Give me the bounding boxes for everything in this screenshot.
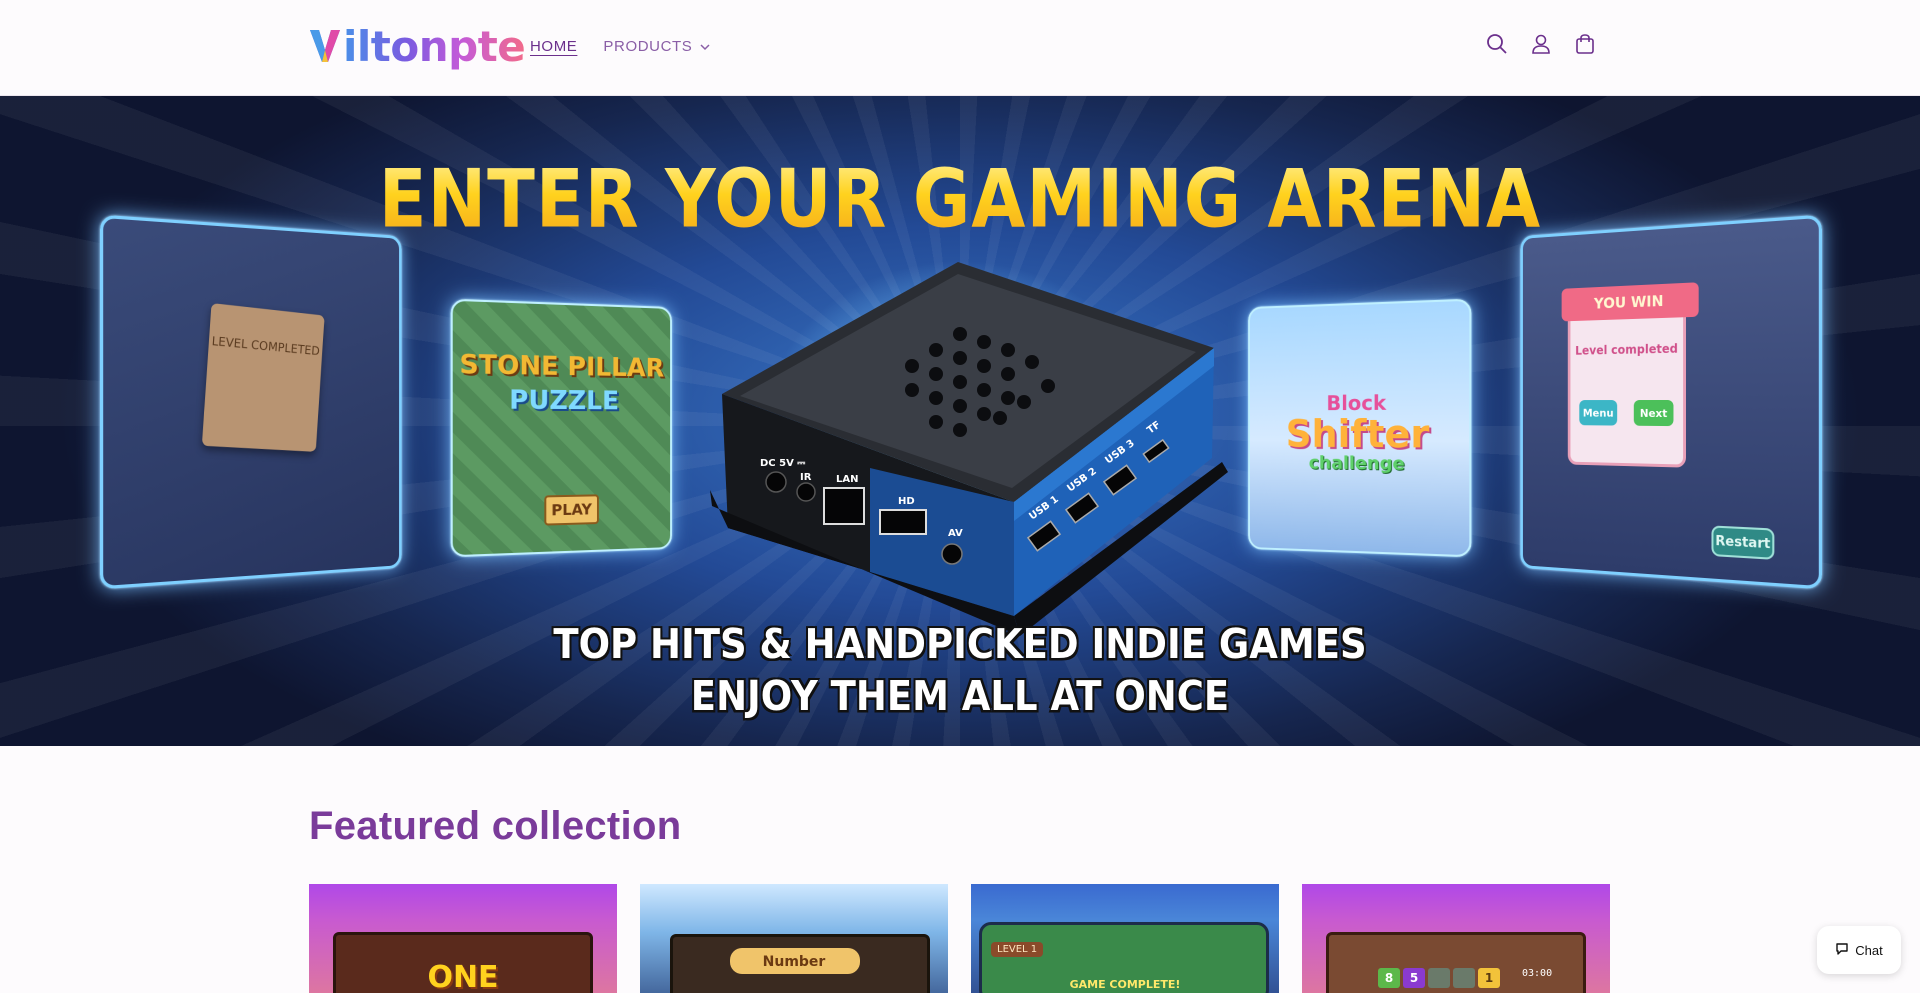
tile: 1 [1478, 968, 1500, 988]
tile: 5 [1403, 968, 1425, 988]
nav-home-link[interactable]: HOME [530, 38, 577, 55]
search-icon[interactable] [1486, 32, 1508, 56]
port-label-av: AV [948, 528, 963, 539]
product-image-text: Number [762, 954, 826, 970]
featured-collection-title: Featured collection [309, 804, 682, 848]
chat-button[interactable]: Chat [1817, 926, 1901, 974]
account-icon[interactable] [1530, 32, 1552, 56]
header-icons [1486, 32, 1596, 56]
site-header: iltonpte HOME PRODUCTS [0, 0, 1920, 96]
product-card[interactable]: ONE [309, 884, 617, 993]
product-image-text: GAME COMPLETE! [1069, 978, 1181, 991]
logo-v-mark [309, 26, 341, 66]
product-timer: 03:00 [1522, 968, 1553, 979]
port-label-ir: IR [800, 472, 812, 483]
hero-subtitle-line1: TOP HITS & HANDPICKED INDIE GAMES [553, 620, 1367, 669]
product-card[interactable]: LEVEL 1 GAME COMPLETE! [971, 884, 1279, 993]
hero-subtitle-line2: ENJOY THEM ALL AT ONCE [690, 672, 1230, 721]
logo-text: iltonpte [343, 21, 526, 71]
nav-products-label: PRODUCTS [603, 38, 693, 55]
tile [1428, 968, 1450, 988]
product-card[interactable]: 8 5 1 03:00 [1302, 884, 1610, 993]
port-label-lan: LAN [836, 474, 858, 485]
tile [1453, 968, 1475, 988]
product-tiles: 8 5 1 [1378, 968, 1500, 988]
nav-products-dropdown[interactable]: PRODUCTS [603, 38, 710, 55]
chevron-down-icon [700, 38, 710, 55]
port-label-dc: DC 5V ⎓ [760, 458, 805, 469]
product-level-badge: LEVEL 1 [991, 942, 1044, 957]
port-label-hd: HD [898, 496, 915, 507]
cart-icon[interactable] [1574, 32, 1596, 56]
hero-title: ENTER YOUR GAMING ARENA [0, 152, 1920, 246]
chat-bubble-icon [1835, 942, 1849, 959]
hero-banner[interactable]: LEVEL COMPLETED STONE PILLAR PUZZLE PLAY… [0, 96, 1920, 746]
product-card[interactable]: Number [640, 884, 948, 993]
brand-logo[interactable]: iltonpte [309, 21, 526, 71]
main-nav: HOME PRODUCTS [530, 38, 710, 55]
product-image-text: ONE [427, 960, 499, 993]
chat-label: Chat [1855, 942, 1883, 958]
tile: 8 [1378, 968, 1400, 988]
